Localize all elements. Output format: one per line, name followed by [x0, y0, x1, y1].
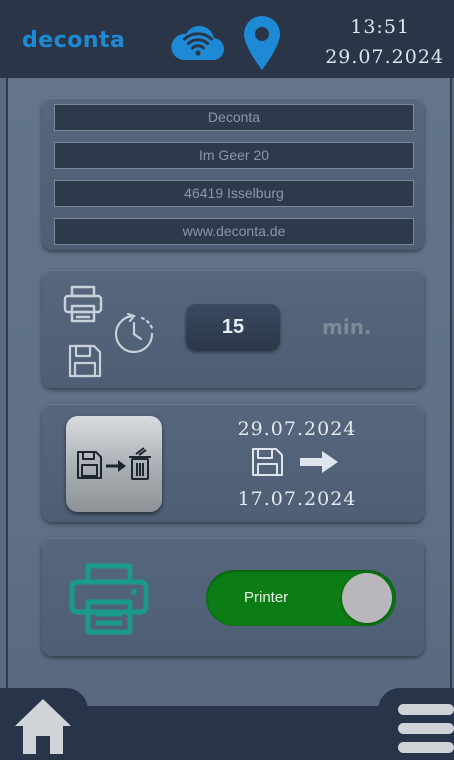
save-interval-card: 15 min.: [42, 270, 424, 388]
menu-icon[interactable]: [394, 700, 454, 756]
timer-icon: [114, 312, 154, 354]
save-icon: [68, 344, 102, 378]
printer-toggle-label: Printer: [244, 589, 289, 606]
cleanup-from-date: 29.07.2024: [237, 418, 357, 440]
printer-icon: [63, 285, 103, 323]
printer-icon: [69, 563, 149, 635]
printer-card: Printer: [42, 538, 424, 656]
address-website-field[interactable]: www.deconta.de: [54, 218, 414, 245]
delete-saved-data-button[interactable]: [66, 416, 162, 512]
clock-date: 29.07.2024: [325, 46, 444, 68]
data-cleanup-card: 29.07.2024 17.07.2024: [42, 404, 424, 522]
cleanup-to-date: 17.07.2024: [237, 488, 357, 510]
toggle-knob[interactable]: [342, 573, 392, 623]
address-street-field[interactable]: Im Geer 20: [54, 142, 414, 169]
interval-unit-label: min.: [322, 315, 372, 339]
interval-value-input[interactable]: 15: [186, 304, 280, 350]
cloud-wifi-icon: [171, 25, 224, 61]
save-to-trash-icon: [77, 447, 151, 480]
address-city-field[interactable]: 46419 Isselburg: [54, 180, 414, 207]
location-pin-icon: [244, 16, 280, 70]
top-bar: deconta 13:51 29.07.2024: [0, 0, 454, 78]
home-icon[interactable]: [12, 696, 74, 756]
save-icon: [252, 448, 283, 476]
clock-time: 13:51: [350, 16, 410, 38]
printer-toggle[interactable]: Printer: [206, 570, 396, 626]
address-card: Deconta Im Geer 20 46419 Isselburg www.d…: [42, 98, 424, 250]
brand-logo: deconta: [22, 28, 126, 53]
address-name-field[interactable]: Deconta: [54, 104, 414, 131]
arrow-right-icon: [300, 451, 338, 473]
